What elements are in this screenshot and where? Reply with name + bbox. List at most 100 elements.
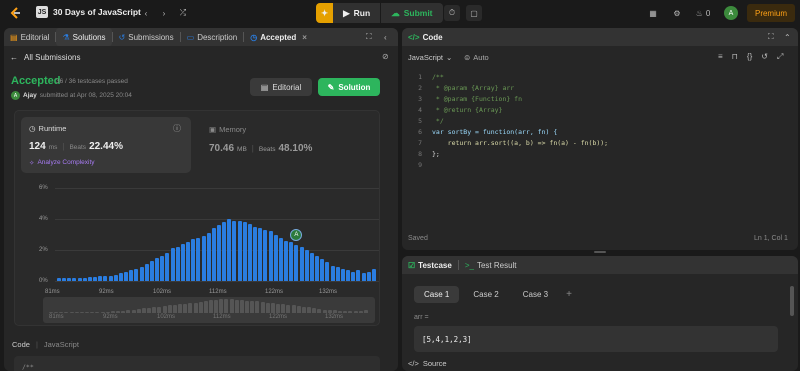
chart-bar[interactable] [180, 243, 185, 281]
tab-accepted[interactable]: ◷ Accepted × [244, 28, 313, 46]
chart-bar[interactable] [175, 246, 180, 281]
chart-bar[interactable] [299, 246, 304, 281]
analyze-complexity-link[interactable]: ✧ Analyze Complexity [29, 159, 95, 167]
chart-bar[interactable] [320, 259, 325, 281]
link-icon[interactable]: ⊘ [382, 52, 389, 61]
collapse-icon[interactable]: ⌃ [784, 33, 791, 42]
chart-bar[interactable] [170, 248, 175, 281]
settings-icon[interactable]: ⚙ [670, 5, 684, 21]
close-icon[interactable]: × [302, 33, 307, 42]
chart-bar[interactable] [118, 273, 123, 281]
chart-bar[interactable] [211, 228, 216, 281]
chart-bar[interactable] [232, 220, 237, 281]
chart-bar[interactable] [222, 222, 227, 281]
notes-icon[interactable]: ▢ [466, 5, 482, 21]
chart-bar[interactable] [165, 253, 170, 281]
next-problem-icon[interactable]: › [158, 5, 170, 21]
chart-bar[interactable] [196, 237, 201, 281]
premium-button[interactable]: Premium [747, 4, 795, 22]
chart-bar[interactable] [330, 265, 335, 281]
shuffle-icon[interactable]: ⤮ [176, 5, 190, 21]
chart-bar[interactable] [371, 268, 376, 281]
panel-splitter[interactable] [594, 251, 606, 253]
tab-testcase[interactable]: ☑ Testcase [402, 256, 458, 274]
chart-bar[interactable] [361, 273, 366, 281]
chart-bar[interactable] [67, 277, 72, 281]
braces-icon[interactable]: {} [747, 52, 752, 62]
chart-bar[interactable] [217, 225, 221, 281]
chart-bar[interactable] [242, 222, 247, 281]
chart-bar[interactable] [186, 242, 191, 281]
tab-code[interactable]: </> Code [402, 28, 449, 46]
runtime-card[interactable]: ◷ Runtime ⓘ 124 ms | Beats 22.44% ✧ Analyz… [21, 117, 191, 173]
memory-header[interactable]: ▣ Memory [209, 125, 246, 134]
chart-bar[interactable] [258, 228, 263, 281]
bookmark-icon[interactable]: ⊓ [732, 52, 738, 62]
chart-bar[interactable] [72, 277, 77, 281]
chart-bar[interactable] [201, 236, 206, 281]
user-name[interactable]: Ajay [23, 92, 37, 99]
info-icon[interactable]: ⓘ [173, 123, 181, 134]
chart-bar[interactable] [247, 223, 252, 281]
leetcode-logo[interactable] [8, 6, 22, 20]
reset-icon[interactable]: ↺ [761, 52, 768, 62]
editorial-button[interactable]: ▤ Editorial [250, 78, 312, 96]
chart-bar[interactable] [309, 253, 314, 281]
tab-solutions[interactable]: ⚗ Solutions [56, 28, 112, 46]
format-icon[interactable]: ≡ [718, 52, 723, 62]
chart-bar[interactable] [351, 271, 356, 281]
fullscreen-icon[interactable]: ⤢ [777, 52, 783, 62]
chart-bar[interactable] [294, 245, 299, 281]
expand-icon[interactable]: ⛶ [768, 32, 774, 42]
chart-bar[interactable] [144, 263, 149, 281]
chart-bar[interactable] [93, 277, 98, 281]
chart-bar[interactable] [113, 274, 118, 281]
chart-bar[interactable] [273, 234, 278, 281]
chart-bar[interactable] [289, 242, 294, 281]
source-toggle[interactable]: </> Source [408, 359, 447, 368]
your-submission-marker[interactable]: A [290, 229, 303, 242]
chart-bar[interactable] [129, 270, 134, 281]
collapse-icon[interactable]: ‹ [384, 33, 387, 42]
chart-bar[interactable] [253, 226, 258, 281]
chart-bar[interactable] [340, 268, 345, 281]
chart-bar[interactable] [139, 267, 144, 281]
add-case-icon[interactable]: + [562, 286, 576, 303]
range-slider[interactable]: 81ms 92ms 102ms 112ms 122ms 132ms [43, 297, 375, 323]
chart-bar[interactable] [155, 257, 160, 281]
solution-button[interactable]: ✎ Solution [318, 78, 380, 96]
run-button[interactable]: ▶ Run [333, 3, 381, 23]
layout-icon[interactable]: ▦ [646, 5, 660, 21]
chart-bar[interactable] [160, 256, 165, 281]
problem-list-title[interactable]: JS 30 Days of JavaScript [36, 6, 141, 18]
expand-icon[interactable]: ⛶ [366, 32, 372, 42]
user-avatar[interactable]: A [11, 91, 20, 100]
chart-bar[interactable] [77, 277, 82, 281]
chart-bar[interactable] [335, 267, 340, 281]
chart-bar[interactable] [237, 220, 242, 281]
arr-input[interactable]: [5,4,1,2,3] [414, 326, 778, 352]
tab-editorial[interactable]: ▤ Editorial [4, 28, 55, 46]
chart-bar[interactable] [206, 232, 211, 281]
timer-icon[interactable]: ⏱ [444, 5, 460, 21]
chart-bar[interactable] [356, 270, 361, 281]
tab-description[interactable]: ▭ Description [181, 28, 244, 46]
avatar[interactable]: A [724, 6, 738, 20]
chart-bar[interactable] [98, 276, 103, 281]
chart-bar[interactable] [134, 268, 139, 281]
streak-counter[interactable]: ♨ 0 [692, 5, 714, 21]
scrollbar[interactable] [790, 286, 794, 316]
case-tab[interactable]: Case 1 [414, 286, 460, 303]
chart-bar[interactable] [284, 240, 289, 281]
tab-submissions[interactable]: ↺ Submissions [113, 28, 180, 46]
back-link[interactable]: ← All Submissions [10, 53, 80, 62]
chart-bar[interactable] [108, 275, 113, 281]
case-tab[interactable]: Case 3 [513, 286, 558, 303]
chart-bar[interactable] [325, 262, 330, 281]
prev-problem-icon[interactable]: ‹ [140, 5, 152, 21]
chart-bar[interactable] [278, 237, 283, 281]
case-tab[interactable]: Case 2 [463, 286, 508, 303]
chart-bar[interactable] [304, 250, 309, 281]
chart-bar[interactable] [87, 277, 92, 281]
chart-bar[interactable] [366, 271, 371, 281]
